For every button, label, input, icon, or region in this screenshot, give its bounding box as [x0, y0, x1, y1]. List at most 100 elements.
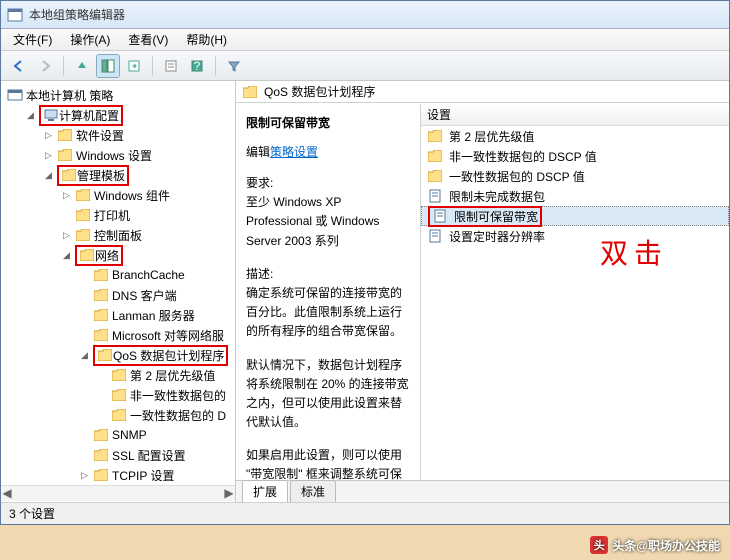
- setting-icon: [427, 188, 443, 204]
- tree-qos[interactable]: ◢ QoS 数据包计划程序: [77, 345, 235, 365]
- highlight-box: 限制可保留带宽: [428, 206, 542, 227]
- expand-icon[interactable]: ▷: [61, 230, 72, 241]
- expand-icon[interactable]: ▷: [43, 150, 54, 161]
- folder-icon: [61, 167, 77, 183]
- menu-file[interactable]: 文件(F): [5, 29, 60, 50]
- tree-microsoft-p2p[interactable]: Microsoft 对等网络服: [77, 325, 235, 345]
- folder-icon: [93, 427, 109, 443]
- menu-help[interactable]: 帮助(H): [178, 29, 235, 50]
- export-button[interactable]: [122, 54, 146, 78]
- tree-root[interactable]: 本地计算机 策略: [5, 85, 235, 105]
- expand-icon[interactable]: ▷: [61, 190, 72, 201]
- tree-conformant-dscp[interactable]: 一致性数据包的 D: [95, 405, 235, 425]
- toolbar: ?: [1, 51, 729, 81]
- requirements-label: 要求:: [246, 174, 410, 193]
- detail-pane: 限制可保留带宽 编辑策略设置 要求: 至少 Windows XP Profess…: [236, 104, 421, 480]
- folder-icon: [93, 287, 109, 303]
- tree-admin-templates[interactable]: ◢ 管理模板: [41, 165, 235, 185]
- tree-dns-client[interactable]: DNS 客户端: [77, 285, 235, 305]
- setting-icon: [432, 208, 448, 224]
- tree-tcpip-settings[interactable]: ▷TCPIP 设置: [77, 465, 235, 485]
- list-item[interactable]: 第 2 层优先级值: [421, 126, 729, 146]
- folder-icon: [111, 407, 127, 423]
- scroll-left-icon[interactable]: ◀: [1, 486, 13, 501]
- annotation-double-click: 双击: [600, 232, 668, 272]
- tree-branchcache[interactable]: BranchCache: [77, 265, 235, 285]
- tree-ssl-config[interactable]: SSL 配置设置: [77, 445, 235, 465]
- properties-button[interactable]: [159, 54, 183, 78]
- title-bar[interactable]: 本地组策略编辑器: [1, 1, 729, 29]
- folder-icon: [75, 187, 91, 203]
- highlight-box: 网络: [75, 245, 123, 266]
- policy-settings-link[interactable]: 策略设置: [270, 145, 318, 159]
- tree-control-panel[interactable]: ▷控制面板: [59, 225, 235, 245]
- tree-windows-components[interactable]: ▷Windows 组件: [59, 185, 235, 205]
- window-title: 本地组策略编辑器: [29, 6, 125, 23]
- folder-icon: [242, 84, 258, 100]
- list-item[interactable]: 一致性数据包的 DSCP 值: [421, 166, 729, 186]
- tree-printers[interactable]: 打印机: [59, 205, 235, 225]
- highlight-box: 管理模板: [57, 165, 129, 186]
- tree-nonconformant-dscp[interactable]: 非一致性数据包的: [95, 385, 235, 405]
- highlight-box: 计算机配置: [39, 105, 123, 126]
- menu-view[interactable]: 查看(V): [120, 29, 176, 50]
- filter-button[interactable]: [222, 54, 246, 78]
- folder-icon: [93, 307, 109, 323]
- watermark: 头 头条@职场办公技能: [590, 536, 720, 554]
- tree-computer-config[interactable]: ◢ 计算机配置: [23, 105, 235, 125]
- folder-icon: [111, 387, 127, 403]
- policy-icon: [7, 87, 23, 103]
- settings-list-pane: 设置 第 2 层优先级值 非一致性数据包的 DSCP 值 一致性数据包的 DSC…: [421, 104, 729, 480]
- setting-icon: [427, 228, 443, 244]
- list-header[interactable]: 设置: [421, 104, 729, 126]
- collapse-icon[interactable]: ◢: [43, 170, 54, 181]
- folder-icon: [97, 347, 113, 363]
- menu-action[interactable]: 操作(A): [62, 29, 118, 50]
- up-button[interactable]: [70, 54, 94, 78]
- tree-windows-settings[interactable]: ▷Windows 设置: [41, 145, 235, 165]
- app-icon: [7, 7, 23, 23]
- tree-layer2-priority[interactable]: 第 2 层优先级值: [95, 365, 235, 385]
- description-text: 确定系统可保留的连接带宽的百分比。此值限制系统上运行的所有程序的组合带宽保留。: [246, 284, 410, 342]
- tree-pane[interactable]: 本地计算机 策略 ◢ 计算机配置: [1, 81, 236, 502]
- back-button[interactable]: [7, 54, 31, 78]
- right-tabs: 扩展 标准: [236, 480, 729, 502]
- tab-standard[interactable]: 标准: [290, 480, 336, 502]
- expand-icon[interactable]: ▷: [43, 130, 54, 141]
- enable-text: 如果启用此设置，则可以使用 "带宽限制" 框来调整系统可保留的: [246, 446, 410, 480]
- toolbar-separator-3: [215, 56, 216, 76]
- requirements-text: 至少 Windows XP Professional 或 Windows Ser…: [246, 193, 410, 251]
- folder-icon: [75, 207, 91, 223]
- description-label: 描述:: [246, 265, 410, 284]
- scroll-right-icon[interactable]: ▶: [223, 486, 235, 501]
- folder-icon: [75, 227, 91, 243]
- watermark-icon: 头: [590, 536, 608, 554]
- svg-text:?: ?: [194, 59, 201, 73]
- tree-snmp[interactable]: SNMP: [77, 425, 235, 445]
- tree-lanman-server[interactable]: Lanman 服务器: [77, 305, 235, 325]
- list-item-selected[interactable]: 限制可保留带宽: [421, 206, 729, 226]
- folder-icon: [111, 367, 127, 383]
- list-item[interactable]: 限制未完成数据包: [421, 186, 729, 206]
- status-text: 3 个设置: [9, 505, 55, 522]
- folder-icon: [427, 128, 443, 144]
- expand-icon[interactable]: ▷: [79, 470, 90, 481]
- folder-icon: [93, 447, 109, 463]
- folder-icon: [427, 148, 443, 164]
- address-bar: QoS 数据包计划程序: [236, 81, 729, 103]
- list-item[interactable]: 设置定时器分辨率: [421, 226, 729, 246]
- help-button[interactable]: ?: [185, 54, 209, 78]
- folder-icon: [57, 147, 73, 163]
- folder-icon: [427, 168, 443, 184]
- collapse-icon[interactable]: ◢: [79, 350, 90, 361]
- forward-button[interactable]: [33, 54, 57, 78]
- show-hide-tree-button[interactable]: [96, 54, 120, 78]
- collapse-icon[interactable]: ◢: [25, 110, 36, 121]
- tab-extended[interactable]: 扩展: [242, 480, 288, 502]
- tree-network[interactable]: ◢ 网络: [59, 245, 235, 265]
- menu-bar: 文件(F) 操作(A) 查看(V) 帮助(H): [1, 29, 729, 51]
- list-item[interactable]: 非一致性数据包的 DSCP 值: [421, 146, 729, 166]
- status-bar: 3 个设置: [1, 502, 729, 524]
- collapse-icon[interactable]: ◢: [61, 250, 72, 261]
- tree-software-settings[interactable]: ▷软件设置: [41, 125, 235, 145]
